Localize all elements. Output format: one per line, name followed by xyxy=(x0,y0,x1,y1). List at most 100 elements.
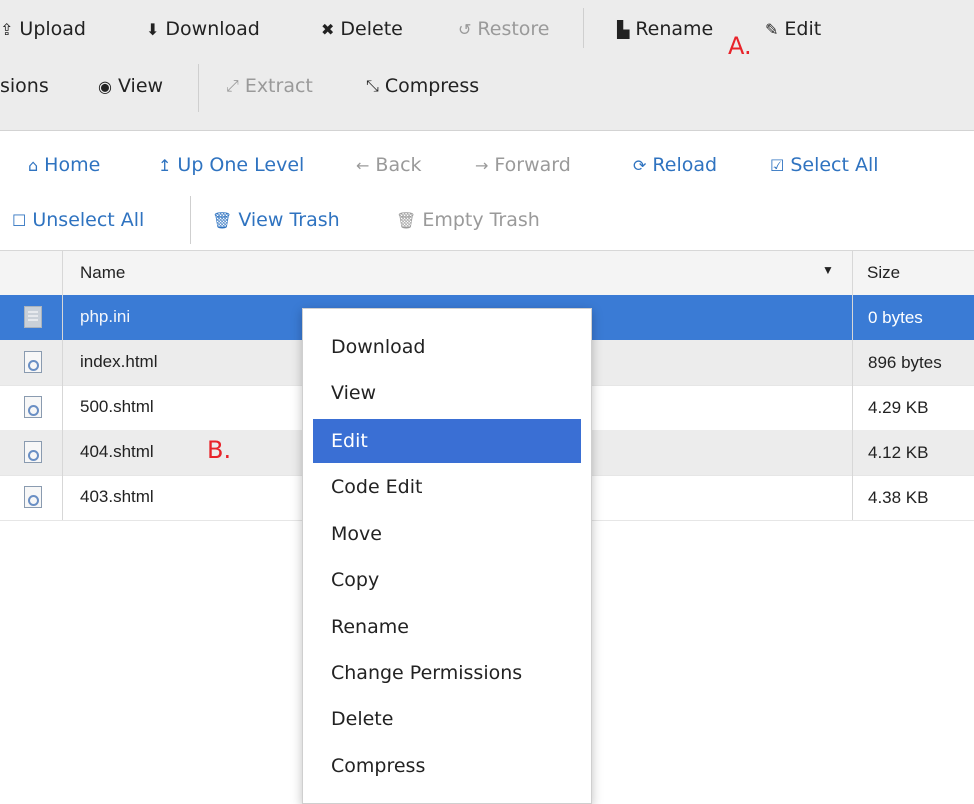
extract-button[interactable]: ⤢ Extract xyxy=(226,75,313,97)
arrow-left-icon: ← xyxy=(356,155,370,175)
select-all-button[interactable]: ☑ Select All xyxy=(770,154,879,176)
file-icon-cell xyxy=(0,430,63,475)
download-icon: ⬇ xyxy=(146,19,160,39)
file-name[interactable]: 403.shtml xyxy=(80,487,154,507)
view-button[interactable]: ◉ View xyxy=(98,75,163,97)
back-label: Back xyxy=(375,154,422,176)
sort-caret-icon[interactable]: ▼ xyxy=(822,263,834,277)
reload-label: Reload xyxy=(652,154,718,176)
file-size: 0 bytes xyxy=(852,295,974,340)
square-icon: ☐ xyxy=(12,210,27,230)
context-menu-compress[interactable]: Compress xyxy=(313,744,581,788)
empty-trash-label: Empty Trash xyxy=(422,209,540,231)
file-name[interactable]: index.html xyxy=(80,352,157,372)
file-size: 896 bytes xyxy=(852,340,974,385)
reload-button[interactable]: ⟳ Reload xyxy=(633,154,717,176)
rename-label: Rename xyxy=(635,18,714,40)
arrow-right-icon: → xyxy=(475,155,489,175)
empty-trash-button[interactable]: 🗑 Empty Trash xyxy=(396,209,540,231)
toolbar-divider xyxy=(583,8,584,48)
restore-icon: ↺ xyxy=(458,19,472,39)
view-label: View xyxy=(117,75,164,97)
trash-icon: 🗑 xyxy=(396,210,417,230)
view-trash-button[interactable]: 🗑 View Trash xyxy=(212,209,340,231)
html-file-icon xyxy=(24,396,42,418)
table-header: Name ▼ Size xyxy=(0,251,974,296)
compress-label: Compress xyxy=(384,75,480,97)
select-all-label: Select All xyxy=(790,154,879,176)
restore-label: Restore xyxy=(477,18,550,40)
html-file-icon xyxy=(24,486,42,508)
level-up-icon: ↥ xyxy=(158,155,172,175)
view-trash-label: View Trash xyxy=(238,209,340,231)
check-square-icon: ☑ xyxy=(770,155,785,175)
nav-divider xyxy=(190,196,191,244)
file-name[interactable]: php.ini xyxy=(80,307,130,327)
context-menu-move[interactable]: Move xyxy=(313,512,581,556)
compress-icon: ⤡ xyxy=(366,76,379,95)
file-icon-cell xyxy=(0,340,63,385)
context-menu-view[interactable]: View xyxy=(313,371,581,415)
file-icon: ▙ xyxy=(617,19,630,39)
edit-button[interactable]: ✎ Edit xyxy=(765,18,821,40)
file-icon-cell xyxy=(0,385,63,430)
context-menu-download[interactable]: Download xyxy=(313,325,581,369)
up-one-level-button[interactable]: ↥ Up One Level xyxy=(158,154,304,176)
context-menu-change-permissions[interactable]: Change Permissions xyxy=(313,651,581,695)
name-column-header[interactable]: Name xyxy=(80,263,125,283)
file-name[interactable]: 404.shtml xyxy=(80,442,154,462)
home-label: Home xyxy=(44,154,101,176)
annotation-a: A. xyxy=(728,32,752,60)
file-size: 4.12 KB xyxy=(852,430,974,475)
column-divider xyxy=(852,251,853,295)
up-one-level-label: Up One Level xyxy=(177,154,305,176)
rename-button[interactable]: ▙ Rename xyxy=(617,18,713,40)
html-file-icon xyxy=(24,441,42,463)
file-name[interactable]: 500.shtml xyxy=(80,397,154,417)
download-label: Download xyxy=(165,18,260,40)
restore-button[interactable]: ↺ Restore xyxy=(458,18,550,40)
delete-icon: ✖ xyxy=(321,19,335,39)
forward-button[interactable]: → Forward xyxy=(475,154,571,176)
unselect-all-button[interactable]: ☐ Unselect All xyxy=(12,209,144,231)
file-manager-toolbar: ⇪ Upload ⬇ Download ✖ Delete ↺ Restore ▙… xyxy=(0,0,974,131)
context-menu-copy[interactable]: Copy xyxy=(313,558,581,602)
extract-label: Extract xyxy=(244,75,313,97)
reload-icon: ⟳ xyxy=(633,155,647,175)
context-menu-code-edit[interactable]: Code Edit xyxy=(313,465,581,509)
trash-icon: 🗑 xyxy=(212,210,233,230)
ini-file-icon xyxy=(24,306,42,328)
file-icon-cell xyxy=(0,295,63,340)
download-button[interactable]: ⬇ Download xyxy=(146,18,260,40)
pencil-icon: ✎ xyxy=(765,19,779,39)
back-button[interactable]: ← Back xyxy=(356,154,422,176)
context-menu-edit[interactable]: Edit xyxy=(313,419,581,463)
permissions-button[interactable]: sions xyxy=(0,75,49,97)
extract-icon: ⤢ xyxy=(226,76,239,95)
delete-label: Delete xyxy=(340,18,403,40)
home-button[interactable]: ⌂ Home xyxy=(28,154,100,176)
size-column-header[interactable]: Size xyxy=(867,263,900,283)
eye-icon: ◉ xyxy=(98,76,112,96)
permissions-label: sions xyxy=(0,75,49,97)
annotation-b: B. xyxy=(207,436,232,464)
context-menu-delete[interactable]: Delete xyxy=(313,697,581,741)
forward-label: Forward xyxy=(494,154,571,176)
unselect-all-label: Unselect All xyxy=(32,209,145,231)
context-menu-rename[interactable]: Rename xyxy=(313,605,581,649)
edit-label: Edit xyxy=(784,18,822,40)
file-size: 4.29 KB xyxy=(852,385,974,430)
delete-button[interactable]: ✖ Delete xyxy=(321,18,403,40)
compress-button[interactable]: ⤡ Compress xyxy=(366,75,479,97)
file-icon-cell xyxy=(0,475,63,520)
file-size: 4.38 KB xyxy=(852,475,974,520)
html-file-icon xyxy=(24,351,42,373)
file-table: Name ▼ Size php.ini 0 bytes index.html 8… xyxy=(0,250,974,521)
upload-icon: ⇪ xyxy=(0,19,14,39)
home-icon: ⌂ xyxy=(28,155,39,175)
upload-button[interactable]: ⇪ Upload xyxy=(0,18,86,40)
context-menu: Download View Edit Code Edit Move Copy R… xyxy=(302,308,592,804)
upload-label: Upload xyxy=(19,18,86,40)
column-divider xyxy=(62,251,63,295)
toolbar-divider xyxy=(198,64,199,112)
